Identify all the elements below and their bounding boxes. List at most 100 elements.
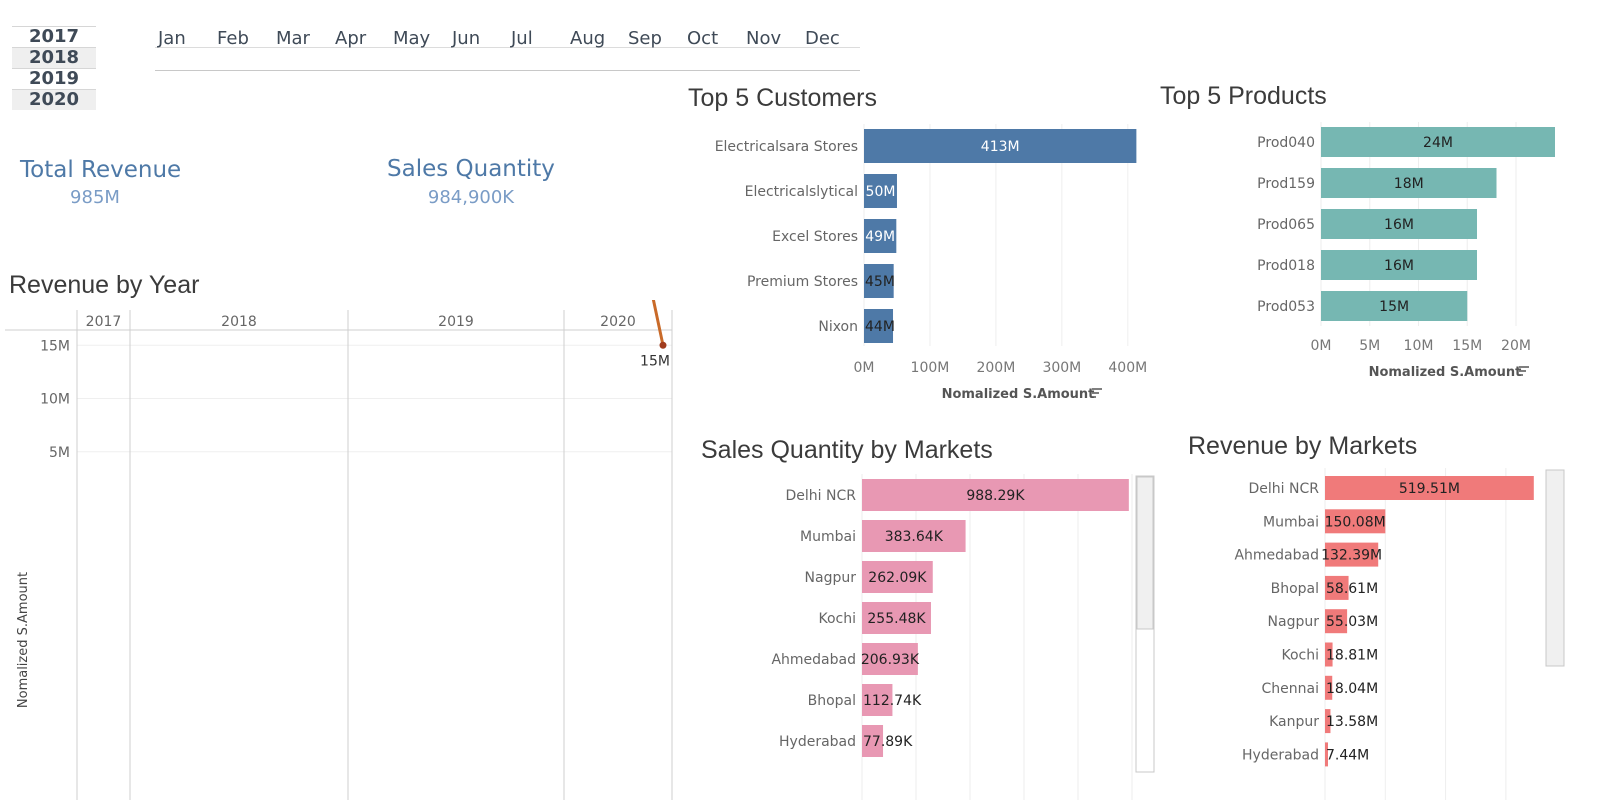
category-label: Excel Stores bbox=[772, 229, 858, 245]
x-axis-title: Nomalized S.Amount bbox=[1369, 365, 1522, 380]
month-filter-item[interactable]: Feb bbox=[217, 28, 249, 49]
month-filter-item[interactable]: Nov bbox=[746, 28, 781, 49]
bar-value-label: 413M bbox=[981, 139, 1020, 155]
revenue-by-year-title: Revenue by Year bbox=[9, 271, 200, 299]
category-label: Kanpur bbox=[1269, 714, 1319, 730]
bar-value-label: 383.64K bbox=[885, 529, 944, 545]
category-label: Hyderabad bbox=[779, 734, 856, 750]
category-label: Nagpur bbox=[805, 570, 857, 586]
x-tick-label: 10M bbox=[1404, 338, 1434, 354]
category-label: Prod018 bbox=[1257, 258, 1315, 274]
year-panel-header: 2020 bbox=[600, 314, 636, 330]
year-filter-item[interactable]: 2019 bbox=[12, 68, 96, 89]
scrollbar-thumb[interactable] bbox=[1136, 476, 1154, 630]
bar-value-label: 7.44M bbox=[1326, 747, 1369, 763]
month-filter-item[interactable]: Mar bbox=[276, 28, 310, 49]
bar-value-label: 45M bbox=[865, 274, 895, 290]
month-filter-item[interactable]: May bbox=[393, 28, 430, 49]
category-label: Prod065 bbox=[1257, 217, 1315, 233]
category-label: Kochi bbox=[818, 611, 856, 627]
category-label: Electricalsara Stores bbox=[715, 139, 858, 155]
year-filter-item[interactable]: 2017 bbox=[12, 26, 96, 47]
category-label: Mumbai bbox=[1263, 514, 1319, 530]
y-tick-label: 10M bbox=[40, 392, 70, 408]
bar-value-label: 988.29K bbox=[966, 488, 1025, 504]
category-label: Bhopal bbox=[1271, 581, 1319, 597]
bar-value-label: 112.74K bbox=[863, 693, 922, 709]
bar-value-label: 44M bbox=[865, 319, 895, 335]
year-filter-item[interactable]: 2018 bbox=[12, 47, 96, 68]
bar-value-label: 50M bbox=[866, 184, 896, 200]
year-panel-header: 2017 bbox=[86, 314, 122, 330]
year-filter: 2017 2018 2019 2020 bbox=[12, 26, 96, 110]
bar-value-label: 519.51M bbox=[1399, 481, 1460, 497]
bar-value-label: 77.89K bbox=[863, 734, 913, 750]
top-customers-chart: Electricalsara Stores 413M Electricalslyti… bbox=[715, 124, 1147, 402]
month-filter-item[interactable]: Jun bbox=[452, 28, 480, 49]
category-label: Hyderabad bbox=[1242, 747, 1319, 763]
scrollbar-thumb[interactable] bbox=[1545, 469, 1565, 667]
category-label: Ahmedabad bbox=[771, 652, 856, 668]
category-label: Mumbai bbox=[800, 529, 856, 545]
bar-value-label: 58.61M bbox=[1326, 581, 1378, 597]
bar-value-label: 262.09K bbox=[868, 570, 927, 586]
bar-value-label: 55.03M bbox=[1326, 614, 1378, 630]
month-filter-item[interactable]: Jul bbox=[511, 28, 533, 49]
revenue-by-year-chart: 5M10M15M20M25M30M35M40M2017201820192020N… bbox=[5, 300, 673, 800]
sales-quantity-label: Sales Quantity bbox=[387, 156, 555, 182]
category-label: Prod053 bbox=[1257, 299, 1315, 315]
category-label: Chennai bbox=[1262, 681, 1319, 697]
revenue-markets-title: Revenue by Markets bbox=[1188, 432, 1418, 460]
month-filter-item[interactable]: Apr bbox=[335, 28, 366, 49]
revenue-line-segment bbox=[651, 300, 665, 347]
x-tick-label: 15M bbox=[1452, 338, 1482, 354]
y-tick-label: 20M bbox=[40, 300, 70, 301]
bar-value-label: 24M bbox=[1423, 135, 1453, 151]
sales-quantity-value: 984,900K bbox=[427, 187, 515, 208]
bar-value-label: 13.58M bbox=[1326, 714, 1378, 730]
top-products-title: Top 5 Products bbox=[1160, 82, 1327, 110]
month-filter-item[interactable]: Oct bbox=[687, 28, 718, 49]
x-tick-label: 300M bbox=[1042, 360, 1081, 376]
month-filter: Jan Feb Mar Apr May Jun Jul Aug Sep Oct Nov Dec bbox=[155, 28, 860, 71]
sales-quantity-markets-title: Sales Quantity by Markets bbox=[701, 436, 993, 464]
bar-value-label: 16M bbox=[1384, 217, 1414, 233]
y-axis-title: Nomalized S.Amount bbox=[16, 572, 31, 708]
sales-quantity-markets-chart: Delhi NCR 988.29K Mumbai 383.64K Nagpur 262.0… bbox=[771, 474, 1155, 800]
category-label: Electricalslytical bbox=[745, 184, 858, 200]
revenue-markets-chart: Delhi NCR 519.51MMumbai 150.08MAhmedabad 13… bbox=[1234, 468, 1565, 800]
bar-value-label: 15M bbox=[1379, 299, 1409, 315]
category-label: Prod040 bbox=[1257, 135, 1315, 151]
category-label: Nagpur bbox=[1268, 614, 1320, 630]
category-label: Premium Stores bbox=[747, 274, 858, 290]
bar-value-label: 18M bbox=[1394, 176, 1424, 192]
total-revenue-value: 985M bbox=[70, 187, 120, 208]
category-label: Delhi NCR bbox=[786, 488, 857, 504]
x-tick-label: 20M bbox=[1501, 338, 1531, 354]
x-tick-label: 5M bbox=[1359, 338, 1380, 354]
bar-value-label: 132.39M bbox=[1321, 548, 1382, 564]
x-tick-label: 200M bbox=[976, 360, 1015, 376]
x-tick-label: 100M bbox=[911, 360, 950, 376]
x-tick-label: 0M bbox=[1311, 338, 1332, 354]
total-revenue-label: Total Revenue bbox=[20, 157, 182, 183]
bar-value-label: 150.08M bbox=[1325, 514, 1386, 530]
revenue-data-label: 15M bbox=[640, 353, 670, 369]
bar-value-label: 49M bbox=[865, 229, 895, 245]
category-label: Kochi bbox=[1281, 648, 1319, 664]
year-panel-header: 2019 bbox=[438, 314, 474, 330]
bar-value-label: 255.48K bbox=[867, 611, 926, 627]
category-label: Ahmedabad bbox=[1234, 548, 1319, 564]
top-products-chart: Prod040 24M Prod159 18M Prod065 16M Prod018 16M… bbox=[1257, 122, 1555, 380]
month-filter-item[interactable]: Sep bbox=[628, 28, 662, 49]
year-panel-header: 2018 bbox=[221, 314, 257, 330]
month-filter-item[interactable]: Dec bbox=[805, 28, 840, 49]
category-label: Nixon bbox=[818, 319, 858, 335]
month-filter-item[interactable]: Jan bbox=[158, 28, 186, 49]
category-label: Bhopal bbox=[808, 693, 856, 709]
bar-value-label: 16M bbox=[1384, 258, 1414, 274]
x-tick-label: 0M bbox=[854, 360, 875, 376]
month-filter-item[interactable]: Aug bbox=[570, 28, 605, 49]
bar-value-label: 18.04M bbox=[1326, 681, 1378, 697]
year-filter-item[interactable]: 2020 bbox=[12, 89, 96, 110]
